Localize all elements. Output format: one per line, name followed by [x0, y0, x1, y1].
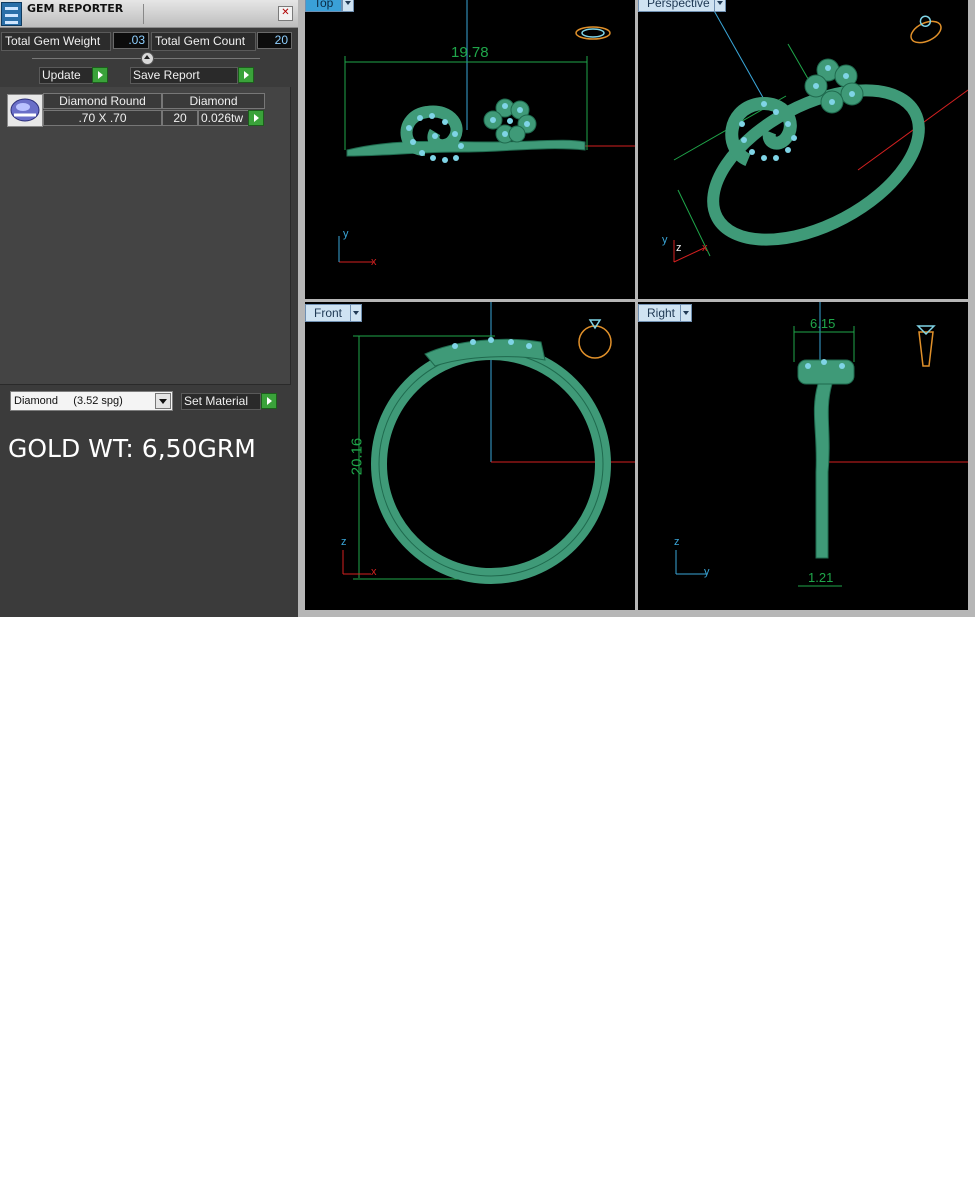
perspective-dropdown-arrow-icon[interactable]: [714, 0, 726, 12]
right-top-dimension-label: 6.15: [810, 316, 836, 331]
right-bottom-dimension-label: 1.21: [808, 570, 834, 585]
right-view-drawing: [675, 302, 968, 587]
top-dimension-label: 19.78: [451, 44, 489, 61]
set-material-button[interactable]: Set Material: [181, 393, 261, 410]
viewport-top[interactable]: 19.78 y x Top: [305, 0, 635, 299]
top-axis-y-label: y: [343, 228, 349, 240]
save-report-go-arrow-icon[interactable]: [238, 67, 254, 83]
gem-list-area: [0, 87, 291, 385]
front-dropdown-arrow-icon[interactable]: [350, 304, 362, 322]
gold-weight-text: GOLD WT: 6,50GRM: [8, 434, 256, 463]
panel-title: GEM REPORTER: [27, 2, 124, 15]
viewport-right[interactable]: 6.15 1.21 z y Right: [638, 302, 968, 610]
title-divider: [143, 4, 144, 24]
perspective-axis-x-label: x: [702, 242, 708, 254]
total-gem-weight-value: .03: [113, 32, 149, 49]
tab-top[interactable]: Top: [305, 0, 343, 12]
gem-count-cell: 20: [162, 110, 198, 126]
front-axis-x-label: x: [371, 566, 377, 578]
front-axis-z-label: z: [341, 536, 347, 548]
tab-perspective[interactable]: Perspective: [638, 0, 719, 12]
gem-reporter-icon: [1, 2, 22, 26]
gem-header-shape: Diamond Round: [43, 93, 162, 109]
right-dropdown-arrow-icon[interactable]: [680, 304, 692, 322]
right-axis-z-label: z: [674, 536, 680, 548]
collapse-icon[interactable]: [141, 52, 154, 65]
perspective-axis-z-label: z: [676, 242, 682, 254]
viewport-area: 19.78 y x Top y z x Perspective 20.16 z …: [298, 0, 975, 617]
top-dropdown-arrow-icon[interactable]: [342, 0, 354, 12]
material-select[interactable]: Diamond (3.52 spg): [10, 391, 173, 411]
gem-row-go-arrow-icon[interactable]: [248, 110, 264, 126]
set-material-go-arrow-icon[interactable]: [261, 393, 277, 409]
gem-reporter-panel: GEM REPORTER ✕ Total Gem Weight .03 Tota…: [0, 0, 298, 617]
title-bar: GEM REPORTER ✕: [0, 0, 298, 28]
tab-right[interactable]: Right: [638, 304, 685, 322]
gem-weight-cell: 0.026tw: [198, 110, 250, 126]
viewport-front[interactable]: 20.16 z x Front: [305, 302, 635, 610]
update-button[interactable]: Update: [39, 67, 93, 84]
tab-front[interactable]: Front: [305, 304, 352, 322]
right-axis-y-label: y: [704, 566, 710, 578]
total-gem-weight-label: Total Gem Weight: [1, 32, 111, 51]
close-icon[interactable]: ✕: [278, 6, 293, 21]
diamond-round-thumbnail[interactable]: [7, 94, 43, 127]
total-gem-count-label: Total Gem Count: [151, 32, 256, 51]
save-report-button[interactable]: Save Report: [130, 67, 238, 84]
total-gem-count-value: 20: [257, 32, 292, 49]
perspective-view-drawing: [673, 0, 968, 263]
top-axis-x-label: x: [371, 256, 377, 268]
viewport-perspective[interactable]: y z x Perspective: [638, 0, 968, 299]
material-selected-value: Diamond (3.52 spg): [14, 395, 123, 407]
perspective-axis-y-label: y: [662, 234, 668, 246]
dropdown-arrow-icon[interactable]: [155, 393, 171, 409]
gem-header-material: Diamond: [162, 93, 265, 109]
gem-size-cell: .70 X .70: [43, 110, 162, 126]
front-dimension-label: 20.16: [348, 437, 366, 476]
update-go-arrow-icon[interactable]: [92, 67, 108, 83]
